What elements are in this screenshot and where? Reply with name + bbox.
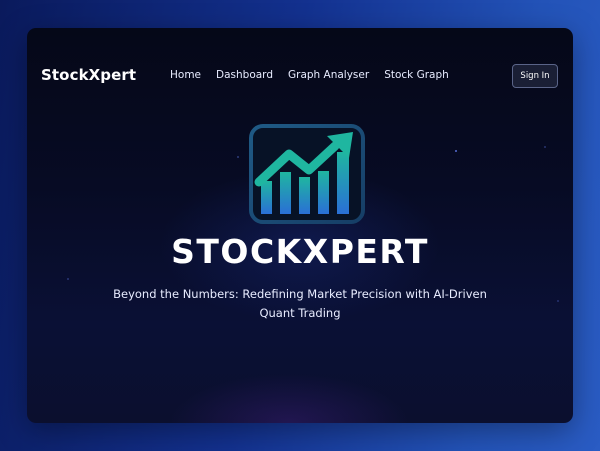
nav-graph-analyser[interactable]: Graph Analyser [288, 69, 369, 81]
background-star [544, 146, 546, 148]
background-star [67, 278, 69, 280]
nav-home[interactable]: Home [170, 69, 201, 81]
app-window: StockXpert Home Dashboard Graph Analyser… [27, 28, 573, 423]
brand-logo-text[interactable]: StockXpert [41, 66, 136, 84]
hero-title: STOCKXPERT [171, 232, 429, 271]
nav-dashboard[interactable]: Dashboard [216, 69, 273, 81]
main-nav: Home Dashboard Graph Analyser Stock Grap… [170, 69, 449, 81]
sign-in-button[interactable]: Sign In [512, 64, 558, 88]
nav-stock-graph[interactable]: Stock Graph [384, 69, 449, 81]
rising-chart-icon [249, 124, 365, 224]
background-star [557, 300, 559, 302]
background-star [455, 150, 457, 152]
background-star [237, 156, 239, 158]
hero-subtitle: Beyond the Numbers: Redefining Market Pr… [113, 287, 487, 320]
